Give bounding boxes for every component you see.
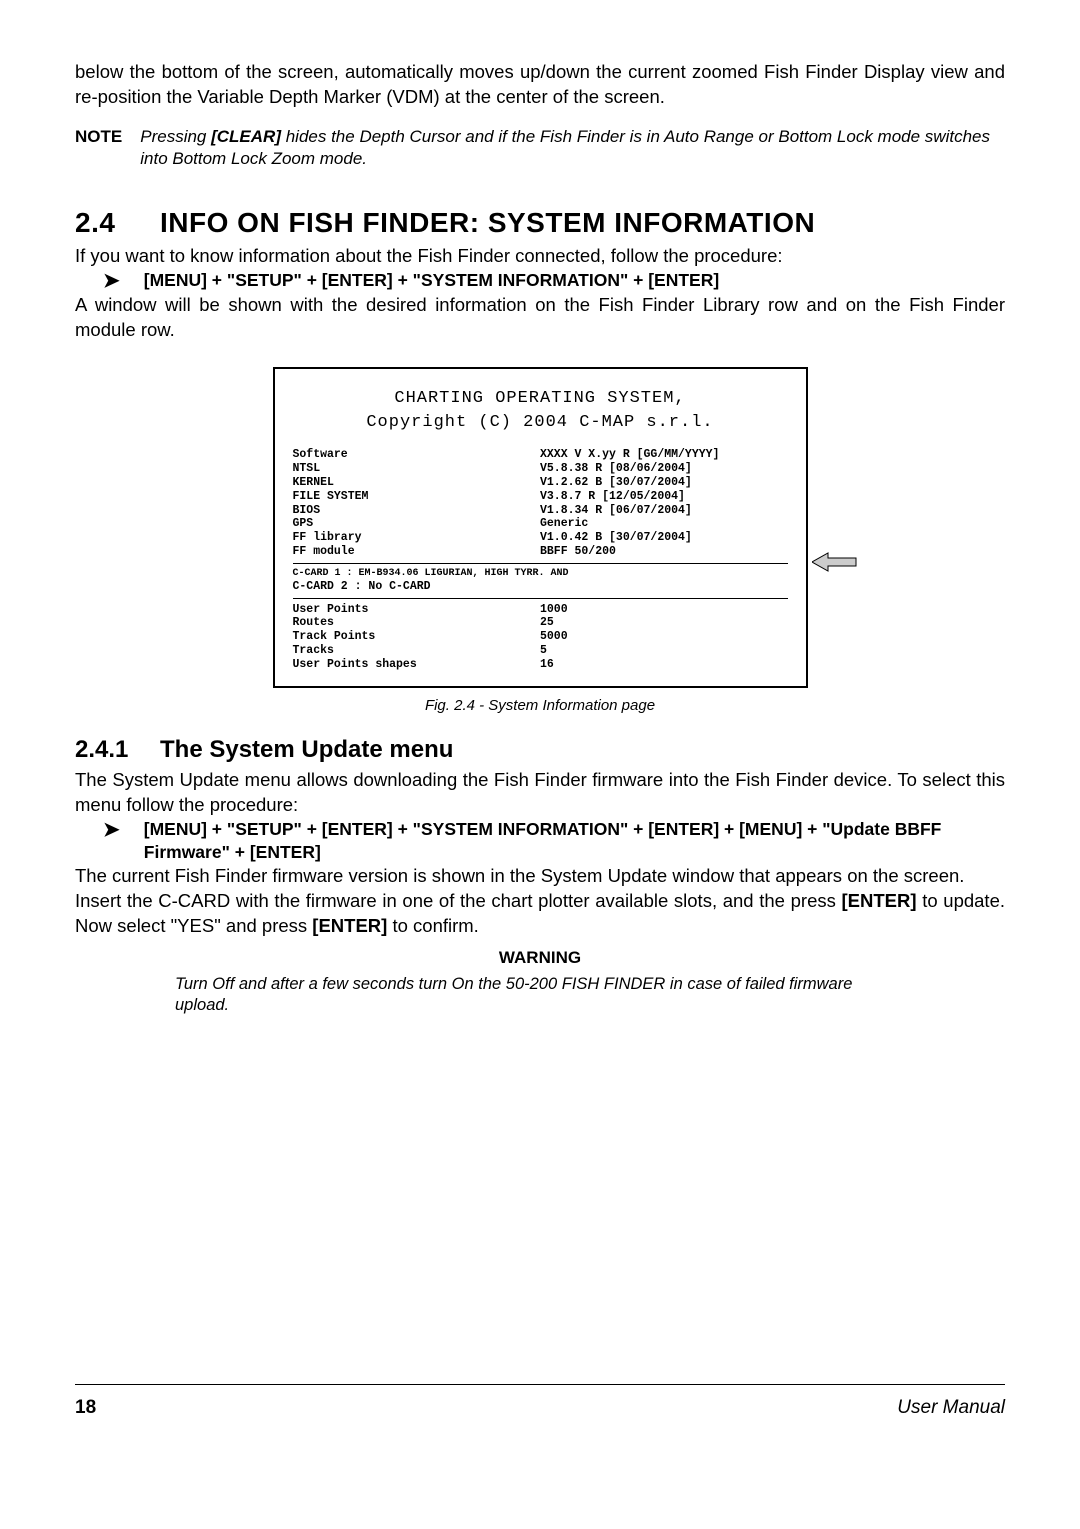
figure-caption: Fig. 2.4 - System Information page [75,696,1005,716]
text-segment: to confirm. [387,915,479,936]
section-2-4-1-para1: The System Update menu allows downloadin… [75,768,1005,818]
key-label: [ENTER] [842,890,917,911]
dialog-rows-group-2: C-CARD 1 : EM-B934.06 LIGURIAN, HIGH TYR… [293,568,788,594]
dialog-title: CHARTING OPERATING SYSTEM, Copyright (C)… [293,387,788,435]
footer-title: User Manual [897,1395,1005,1421]
row-label: Track Points [293,630,541,644]
dialog-rows-group-3: User Points1000 Routes25 Track Points500… [293,603,788,672]
row-value: 25 [540,616,788,630]
note-key: [CLEAR] [211,127,281,146]
subsection-num: 2.4.1 [75,734,160,766]
row-label: Routes [293,616,541,630]
row-value: V1.2.62 B [30/07/2004] [540,476,788,490]
row-label: NTSL [293,462,541,476]
row-value: BBFF 50/200 [540,545,788,559]
row-value: XXXX V X.yy R [GG/MM/YYYY] [540,448,788,462]
subsection-title: The System Update menu [160,736,453,763]
row-label: User Points shapes [293,658,541,672]
dialog-title-line2: Copyright (C) 2004 C-MAP s.r.l. [293,411,788,435]
row-value: V3.8.7 R [12/05/2004] [540,490,788,504]
divider [293,598,788,599]
section-2-4-para1: If you want to know information about th… [75,244,1005,269]
row-value: V5.8.38 R [08/06/2004] [540,462,788,476]
section-2-4-para2: A window will be shown with the desired … [75,293,1005,343]
warning-text: Turn Off and after a few seconds turn On… [175,974,865,1017]
row-value: 5000 [540,630,788,644]
row-label: Software [293,448,541,462]
row-label: Tracks [293,644,541,658]
row-value: V1.0.42 B [30/07/2004] [540,531,788,545]
row-label: C-CARD 2 : No C-CARD [293,580,431,594]
row-label: KERNEL [293,476,541,490]
row-value: 1000 [540,603,788,617]
row-label: GPS [293,517,541,531]
row-label: C-CARD 1 : EM-B934.06 LIGURIAN, HIGH TYR… [293,568,569,580]
system-info-dialog: CHARTING OPERATING SYSTEM, Copyright (C)… [273,367,808,688]
dialog-title-line1: CHARTING OPERATING SYSTEM, [293,387,788,411]
row-label: FF module [293,545,541,559]
intro-paragraph: below the bottom of the screen, automati… [75,60,1005,110]
section-2-4-1-para2b: Insert the C-CARD with the firmware in o… [75,889,1005,939]
row-label: User Points [293,603,541,617]
row-value: V1.8.34 R [06/07/2004] [540,504,788,518]
row-value: 16 [540,658,788,672]
arrow-icon: ➤ [103,818,120,842]
row-label: BIOS [293,504,541,518]
note-label: NOTE [75,126,122,170]
note-block: NOTE Pressing [CLEAR] hides the Depth Cu… [75,126,1005,170]
arrow-icon: ➤ [103,269,120,293]
callout-arrow-icon [812,551,862,578]
row-label: FF library [293,531,541,545]
section-2-4-1-para2a: The current Fish Finder firmware version… [75,864,1005,889]
procedure-row-1: ➤ [MENU] + "SETUP" + [ENTER] + "SYSTEM I… [103,269,1005,293]
row-value: 5 [540,644,788,658]
section-2-4-heading: 2.4INFO ON FISH FINDER: SYSTEM INFORMATI… [75,204,1005,242]
section-title: INFO ON FISH FINDER: SYSTEM INFORMATION [160,207,815,238]
procedure-text-1: [MENU] + "SETUP" + [ENTER] + "SYSTEM INF… [144,269,719,292]
page-number: 18 [75,1395,96,1421]
procedure-text-2: [MENU] + "SETUP" + [ENTER] + "SYSTEM INF… [144,818,1005,864]
divider [293,563,788,564]
section-2-4-1-heading: 2.4.1The System Update menu [75,734,1005,766]
procedure-row-2: ➤ [MENU] + "SETUP" + [ENTER] + "SYSTEM I… [103,818,1005,864]
page-footer: 18 User Manual [75,1384,1005,1421]
row-value: Generic [540,517,788,531]
dialog-rows-group-1: SoftwareXXXX V X.yy R [GG/MM/YYYY] NTSLV… [293,448,788,558]
note-pre: Pressing [140,127,211,146]
row-label: FILE SYSTEM [293,490,541,504]
key-label: [ENTER] [312,915,387,936]
section-num: 2.4 [75,204,160,242]
figure-container: CHARTING OPERATING SYSTEM, Copyright (C)… [75,367,1005,688]
text-segment: Insert the C-CARD with the firmware in o… [75,890,842,911]
warning-label: WARNING [75,947,1005,970]
note-text: Pressing [CLEAR] hides the Depth Cursor … [140,126,1005,170]
